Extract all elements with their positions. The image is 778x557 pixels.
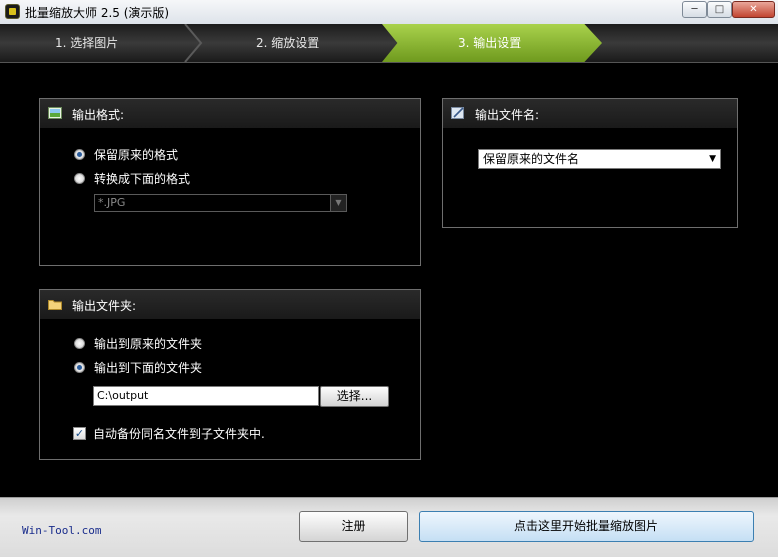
register-button[interactable]: 注册 xyxy=(299,511,408,542)
minimize-button[interactable]: ─ xyxy=(682,1,707,18)
maximize-button[interactable]: □ xyxy=(707,1,732,18)
panel-title: 输出格式: xyxy=(72,108,125,122)
chevron-down-icon[interactable]: ▼ xyxy=(709,150,716,168)
radio-indicator[interactable] xyxy=(74,362,85,373)
radio-indicator[interactable] xyxy=(74,173,85,184)
edit-filename-icon xyxy=(451,107,464,119)
radio-indicator[interactable] xyxy=(74,338,85,349)
radio-label: 输出到原来的文件夹 xyxy=(94,337,203,351)
output-path-input[interactable]: C:\output xyxy=(93,386,319,406)
chevron-down-icon: ▼ xyxy=(330,195,346,211)
step-separator-icon xyxy=(184,24,203,62)
window-title: 批量缩放大师 2.5 (演示版) xyxy=(25,6,170,20)
footer-bar: Win-Tool.com 注册 点击这里开始批量缩放图片 xyxy=(0,497,778,557)
start-resize-label: 点击这里开始批量缩放图片 xyxy=(513,519,658,533)
output-folder-panel: 输出文件夹: 输出到原来的文件夹 输出到下面的文件夹 C:\output 选择.… xyxy=(39,289,421,460)
title-bar: 批量缩放大师 2.5 (演示版) ─ □ ✕ xyxy=(0,0,778,25)
wizard-steps: 1. 选择图片 2. 缩放设置 3. 输出设置 xyxy=(0,24,778,63)
app-window: 批量缩放大师 2.5 (演示版) ─ □ ✕ 1. 选择图片 2. 缩放设置 3… xyxy=(0,0,778,557)
folder-icon xyxy=(48,300,62,310)
panel-title: 输出文件夹: xyxy=(72,299,137,313)
panel-header: 输出文件名: xyxy=(443,99,737,129)
format-select: *.JPG ▼ xyxy=(94,194,347,212)
close-button[interactable]: ✕ xyxy=(732,1,775,18)
radio-label: 转换成下面的格式 xyxy=(94,172,191,186)
step-resize-settings[interactable]: 2. 缩放设置 xyxy=(256,24,319,62)
website-link[interactable]: Win-Tool.com xyxy=(22,524,101,537)
filename-select-value: 保留原来的文件名 xyxy=(483,152,580,166)
step-output-settings[interactable]: 3. 输出设置 xyxy=(458,24,521,62)
output-filename-panel: 输出文件名: 保留原来的文件名 ▼ xyxy=(442,98,738,228)
image-format-icon xyxy=(48,107,62,119)
format-select-value: *.JPG xyxy=(98,196,126,209)
radio-label: 保留原来的格式 xyxy=(94,148,179,162)
backup-checkbox-label: 自动备份同名文件到子文件夹中. xyxy=(93,427,265,441)
start-resize-button[interactable]: 点击这里开始批量缩放图片 xyxy=(419,511,754,542)
panel-header: 输出格式: xyxy=(40,99,420,129)
filename-select[interactable]: 保留原来的文件名 ▼ xyxy=(478,149,721,169)
panel-header: 输出文件夹: xyxy=(40,290,420,320)
browse-button[interactable]: 选择... xyxy=(320,386,389,407)
radio-label: 输出到下面的文件夹 xyxy=(94,361,203,375)
radio-indicator[interactable] xyxy=(74,149,85,160)
step-select-images[interactable]: 1. 选择图片 xyxy=(55,24,118,62)
panel-title: 输出文件名: xyxy=(475,108,540,122)
output-format-panel: 输出格式: 保留原来的格式 转换成下面的格式 *.JPG ▼ xyxy=(39,98,421,266)
app-logo-icon xyxy=(5,4,20,19)
backup-checkbox[interactable]: ✓ xyxy=(73,427,86,440)
